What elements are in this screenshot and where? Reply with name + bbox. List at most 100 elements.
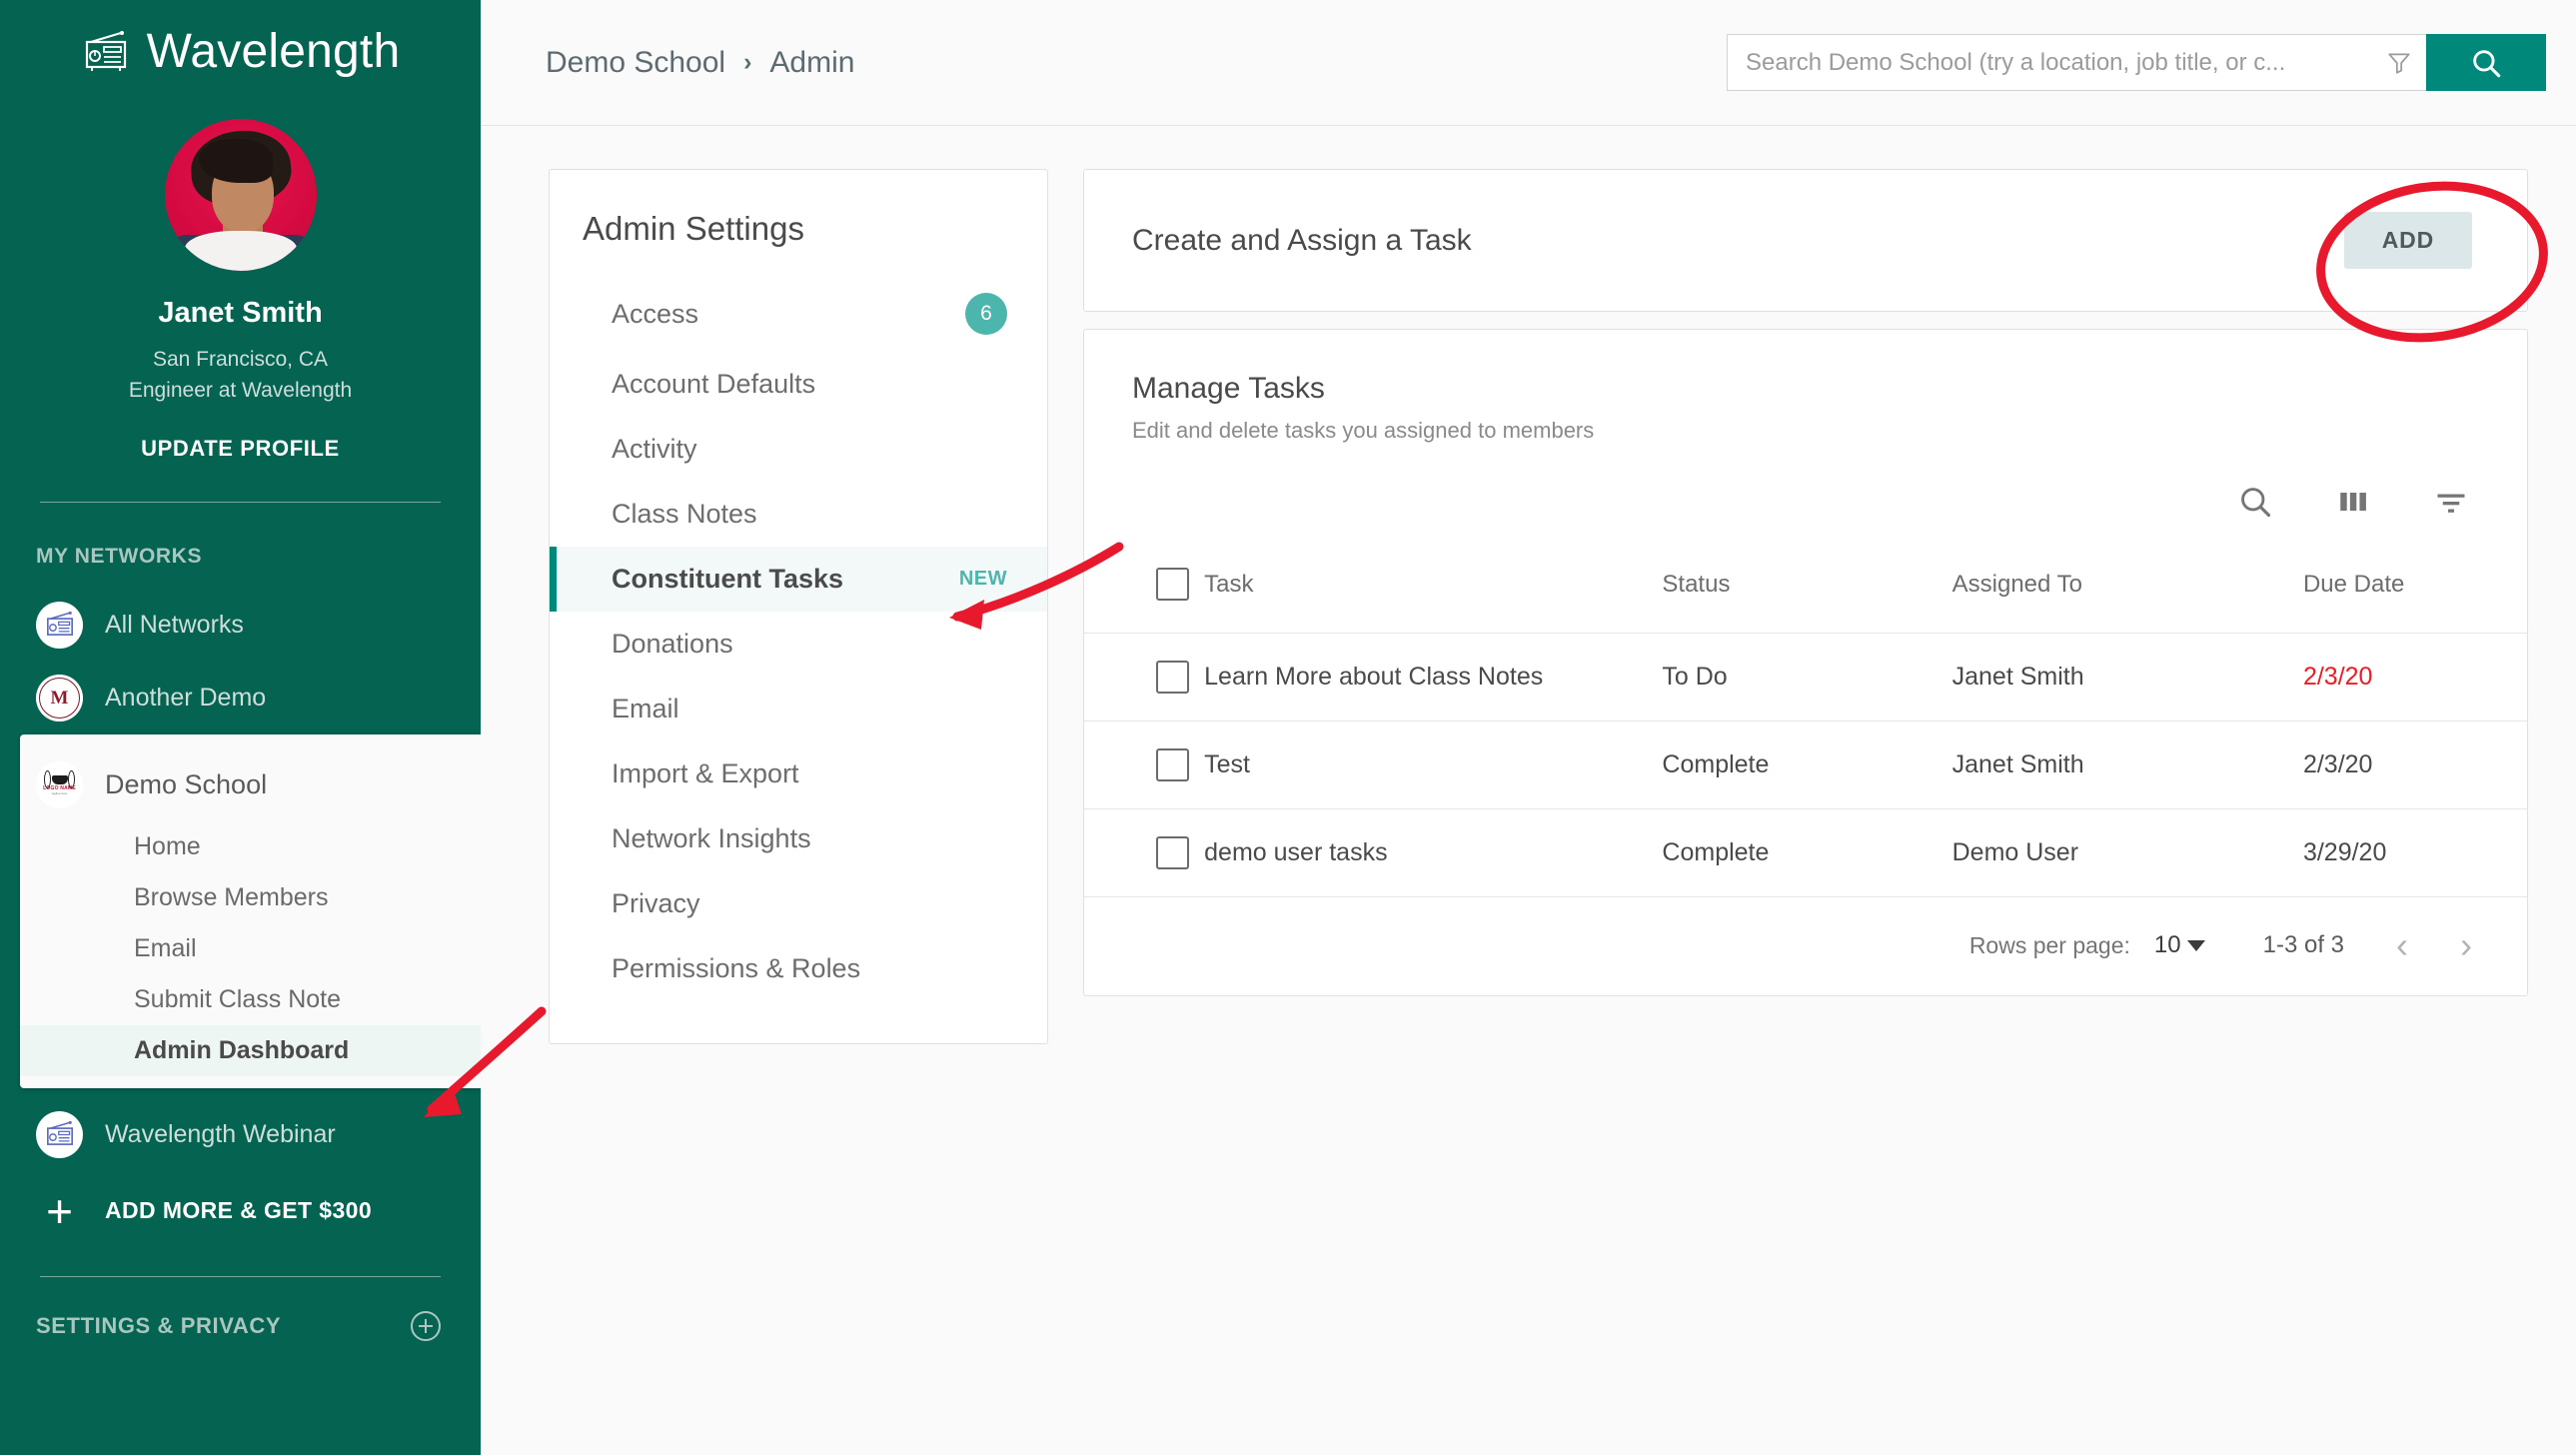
search-button[interactable] <box>2426 34 2546 91</box>
settings-item-class-notes[interactable]: Class Notes <box>550 482 1047 547</box>
settings-item-privacy[interactable]: Privacy <box>550 871 1047 936</box>
sidebar-item-home[interactable]: Home <box>20 821 481 872</box>
create-task-title: Create and Assign a Task <box>1132 223 1472 257</box>
add-more-button[interactable]: + ADD MORE & GET $300 <box>0 1171 481 1250</box>
settings-item-label: Class Notes <box>612 499 757 529</box>
manage-tasks-header: Manage Tasks Edit and delete tasks you a… <box>1084 372 2527 444</box>
settings-item-account-defaults[interactable]: Account Defaults <box>550 352 1047 417</box>
tasks-table-body: Learn More about Class Notes To Do Janet… <box>1084 633 2527 896</box>
settings-privacy-row[interactable]: SETTINGS & PRIVACY <box>0 1311 481 1341</box>
settings-item-email[interactable]: Email <box>550 677 1047 741</box>
table-row[interactable]: demo user tasks Complete Demo User 3/29/… <box>1084 808 2527 896</box>
row-checkbox[interactable] <box>1156 748 1189 781</box>
sidebar: Wavelength Janet Smith San Francisco, CA… <box>0 0 481 1455</box>
sidebar-item-admin-dashboard[interactable]: Admin Dashboard <box>20 1025 481 1076</box>
settings-item-constituent-tasks[interactable]: Constituent Tasks NEW <box>550 547 1047 612</box>
table-row[interactable]: Learn More about Class Notes To Do Janet… <box>1084 633 2527 722</box>
network-item-demo-school[interactable]: LOGO NAME tagline here Demo School <box>20 748 481 821</box>
table-row[interactable]: Test Complete Janet Smith 2/3/20 <box>1084 721 2527 809</box>
settings-item-label: Activity <box>612 434 697 464</box>
breadcrumb-item-admin[interactable]: Admin <box>769 46 854 80</box>
add-more-label: ADD MORE & GET $300 <box>105 1197 373 1223</box>
radio-icon <box>36 1111 83 1158</box>
tasks-table-head: Task Status Assigned To Due Date <box>1084 558 2527 634</box>
column-header-assigned-to[interactable]: Assigned To <box>1952 558 2303 634</box>
row-select-cell <box>1084 721 1205 809</box>
pagination-prev-button[interactable]: ‹ <box>2396 927 2408 963</box>
network-label: Another Demo <box>105 684 267 712</box>
cell-due-date: 3/29/20 <box>2302 808 2527 896</box>
cell-task: Learn More about Class Notes <box>1204 633 1663 722</box>
new-badge: NEW <box>958 568 1007 590</box>
settings-item-list: Access 6 Account Defaults Activity Class… <box>550 276 1047 1001</box>
filter-icon[interactable] <box>2433 484 2469 520</box>
select-all-header <box>1084 558 1204 634</box>
content-area: Admin Settings Access 6 Account Defaults… <box>481 126 2576 1455</box>
settings-item-label: Import & Export <box>612 758 799 788</box>
pagination-range: 1-3 of 3 <box>2262 931 2344 958</box>
add-task-button[interactable]: ADD <box>2343 212 2472 269</box>
profile-name: Janet Smith <box>158 297 323 329</box>
status-badge: 6 <box>965 293 1007 335</box>
network-item-wavelength-webinar[interactable]: Wavelength Webinar <box>0 1098 481 1171</box>
column-header-task[interactable]: Task <box>1204 558 1662 634</box>
network-item-all-networks[interactable]: All Networks <box>0 589 481 662</box>
settings-item-label: Privacy <box>612 888 700 918</box>
table-toolbar <box>1084 444 2527 520</box>
settings-item-activity[interactable]: Activity <box>550 417 1047 482</box>
manage-tasks-subtitle: Edit and delete tasks you assigned to me… <box>1132 418 1595 443</box>
pagination-next-button[interactable]: › <box>2460 927 2472 963</box>
profile-location: San Francisco, CA <box>152 348 329 371</box>
profile-title: Engineer at Wavelength <box>128 379 353 402</box>
avatar[interactable] <box>164 119 317 271</box>
brand[interactable]: Wavelength <box>0 0 481 79</box>
row-checkbox[interactable] <box>1156 661 1189 694</box>
settings-item-donations[interactable]: Donations <box>550 612 1047 677</box>
sidebar-item-email[interactable]: Email <box>20 923 481 974</box>
breadcrumb-item-network[interactable]: Demo School <box>546 46 725 80</box>
settings-item-label: Constituent Tasks <box>612 564 844 594</box>
sidebar-item-browse-members[interactable]: Browse Members <box>20 872 481 923</box>
create-task-card: Create and Assign a Task ADD <box>1083 169 2528 312</box>
app-root: Wavelength Janet Smith San Francisco, CA… <box>0 0 2576 1455</box>
column-header-status[interactable]: Status <box>1662 558 1951 634</box>
settings-item-import-export[interactable]: Import & Export <box>550 741 1047 806</box>
network-label: All Networks <box>105 611 244 639</box>
settings-item-network-insights[interactable]: Network Insights <box>550 806 1047 871</box>
radio-icon <box>36 602 83 649</box>
search-box <box>1727 34 2426 91</box>
avatar-wrapper[interactable] <box>0 119 481 271</box>
select-all-checkbox[interactable] <box>1156 568 1189 601</box>
rows-per-page-value: 10 <box>2153 931 2181 958</box>
settings-item-label: Donations <box>612 629 733 659</box>
manage-tasks-card: Manage Tasks Edit and delete tasks you a… <box>1083 329 2528 996</box>
network-list: All Networks M Another Demo <box>0 589 481 734</box>
vmi-crest-icon: M <box>36 675 83 722</box>
cell-status: To Do <box>1662 633 1952 722</box>
sidebar-item-submit-class-note[interactable]: Submit Class Note <box>20 974 481 1025</box>
chevron-down-icon <box>2186 939 2205 951</box>
main-area: Demo School › Admin Search Demo School (… <box>481 0 2576 1455</box>
row-checkbox[interactable] <box>1156 836 1189 869</box>
settings-item-permissions-roles[interactable]: Permissions & Roles <box>550 936 1047 1001</box>
active-network-label: Demo School <box>105 769 268 799</box>
active-network-card: LOGO NAME tagline here Demo School Home … <box>20 734 481 1088</box>
settings-item-label: Access <box>612 298 699 329</box>
chevron-right-icon: › <box>743 48 752 76</box>
search-icon[interactable] <box>2237 484 2273 520</box>
update-profile-button[interactable]: UPDATE PROFILE <box>0 436 481 462</box>
rows-per-page-select[interactable]: 10 <box>2154 931 2205 959</box>
my-networks-label: MY NETWORKS <box>36 545 203 568</box>
columns-icon[interactable] <box>2335 484 2371 520</box>
cell-assigned-to: Demo User <box>1951 808 2303 896</box>
search-input[interactable] <box>1746 48 2376 77</box>
funnel-icon[interactable] <box>2386 50 2412 76</box>
column-header-due-date[interactable]: Due Date <box>2303 558 2527 634</box>
topbar: Demo School › Admin <box>481 0 2576 126</box>
cell-due-date: 2/3/20 <box>2302 633 2527 722</box>
manage-tasks-title: Manage Tasks <box>1132 372 1325 405</box>
plus-circle-icon[interactable] <box>411 1311 441 1341</box>
settings-item-access[interactable]: Access 6 <box>550 276 1047 352</box>
cell-due-date: 2/3/20 <box>2302 721 2527 809</box>
network-item-another-demo[interactable]: M Another Demo <box>0 662 481 734</box>
